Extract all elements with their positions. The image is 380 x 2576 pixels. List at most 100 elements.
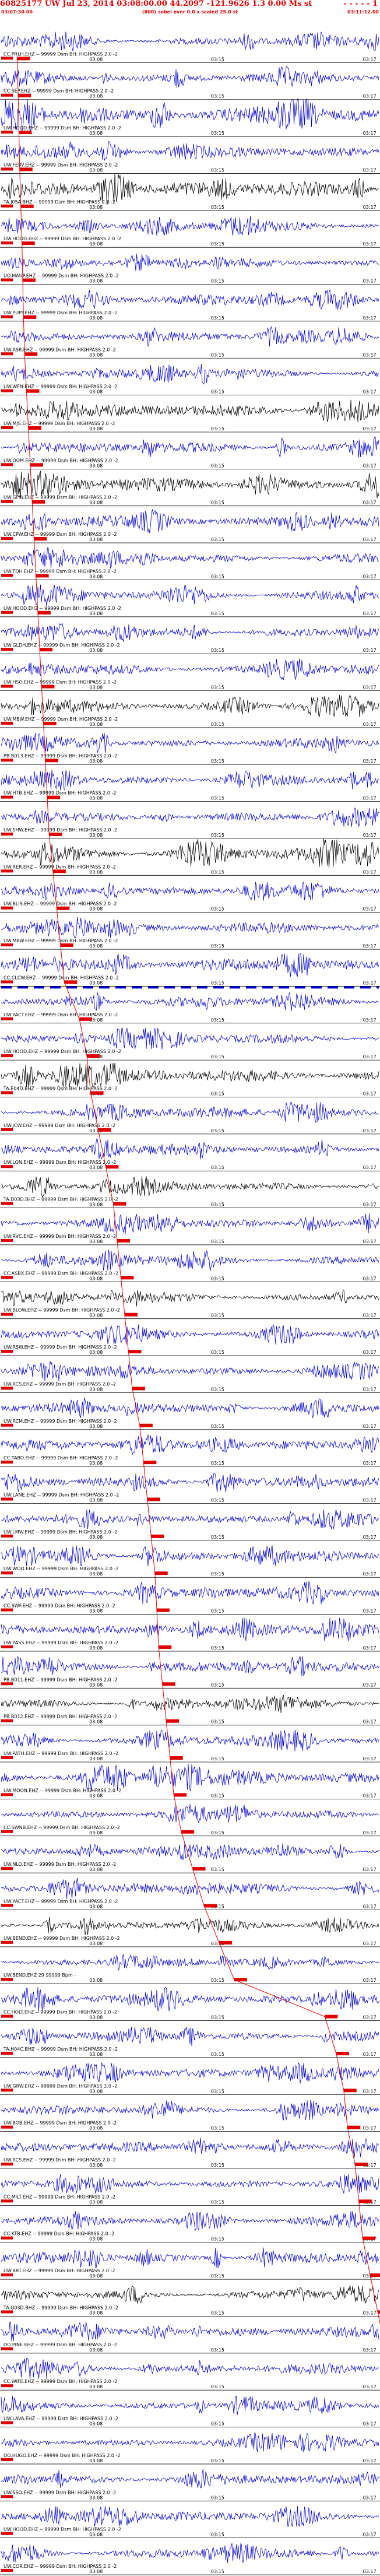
- origin-marker: [1, 2384, 13, 2388]
- time-tick-label: 03:08: [89, 2421, 103, 2427]
- trace-22: UW.RER.EHZ -- 99999 Dsm BH: HIGHPASS 2.0…: [0, 838, 380, 876]
- waveform: [1, 1917, 379, 1935]
- trace-17: UW.HSO.EHZ -- 99999 Dsm BH: HIGHPASS 2.0…: [0, 658, 380, 691]
- origin-marker: [1, 278, 13, 282]
- trace-label: UW.MBW.EHZ -- 99999 Dsm BH: HIGHPASS 2.0…: [3, 717, 118, 722]
- phase-pick-marker: [124, 1312, 138, 1317]
- time-tick-label: 03:17: [363, 131, 377, 136]
- time-tick-label: 03:08: [89, 1645, 103, 1651]
- time-tick-label: 03:15: [211, 2237, 224, 2242]
- phase-pick-marker: [192, 1867, 206, 1871]
- trace-label: UW.HOOD.EHZ -- 99999 Dsm BH: HIGHPASS 2.…: [3, 2527, 121, 2532]
- trace-label: CC.TABO.EHZ -- 99999 Dsm BH: HIGHPASS 2.…: [3, 1455, 118, 1461]
- time-tick-label: 03:17: [363, 2458, 377, 2463]
- time-tick-label: 03:15: [211, 241, 224, 247]
- time-tick-label: 03:15: [211, 131, 224, 136]
- time-tick-label: 03:17: [363, 685, 377, 690]
- origin-marker: [1, 1608, 13, 1612]
- time-tick-label: 03:17: [363, 1387, 377, 1392]
- trace-34: UW.BLOW.EHZ -- 99999 Dsm BH: HIGHPASS 2.…: [0, 1289, 380, 1319]
- time-tick-label: 03:08: [89, 1313, 103, 1318]
- origin-marker: [1, 2236, 13, 2240]
- origin-marker: [1, 1312, 13, 1316]
- waveform: [1, 658, 379, 680]
- phase-pick-marker: [26, 389, 40, 393]
- time-tick-label: 03:15: [211, 1497, 224, 1503]
- time-tick-label: 03:17: [363, 1461, 377, 1466]
- trace-label: CC.WIFE.EHZ -- 99999 Dsm BH: HIGHPASS 2.…: [3, 2379, 117, 2384]
- time-tick-label: 03:17: [363, 57, 377, 62]
- waveform: [1, 584, 379, 606]
- time-tick-label: 03:08: [89, 1978, 103, 1983]
- time-tick-label: 03:15: [211, 648, 224, 653]
- waveform: [1, 1473, 379, 1493]
- time-tick-label: 03:08: [89, 241, 103, 247]
- trace-26: UW.YACT.EHZ -- 99999 Dsm BH: HIGHPASS 2.…: [0, 992, 380, 1024]
- origin-marker: [1, 57, 13, 60]
- trace-55: UW.GRW.EHZ -- 99999 Dsm BH: HIGHPASS 2.0…: [0, 2062, 380, 2095]
- time-tick-label: 03:17: [363, 1719, 377, 1725]
- time-tick-label: 03:08: [89, 1350, 103, 1355]
- trace-label: UO.MAUP.EHZ -- 99999 Dsm BH: HIGHPASS 2.…: [3, 273, 119, 279]
- trace-label: UW.SHW.EHZ -- 99999 Dsm BH: HIGHPASS 2.0…: [3, 827, 117, 833]
- time-tick-label: 03:17: [363, 648, 377, 653]
- origin-marker: [1, 1128, 13, 1131]
- origin-marker: [1, 721, 13, 725]
- origin-marker: [1, 2347, 13, 2350]
- origin-marker: [1, 2051, 13, 2055]
- trace-61: TA.G03D.BHZ -- 99999 Dsm BH: HIGHPASS 2.…: [0, 2285, 380, 2317]
- time-tick-label: 03:08: [89, 279, 103, 284]
- waveform: [1, 770, 379, 791]
- phase-pick-marker: [43, 721, 57, 725]
- phase-pick-marker: [60, 943, 73, 947]
- phase-pick-marker: [37, 610, 51, 615]
- time-tick-label: 03:15: [211, 279, 224, 284]
- trace-23: UW.BLIS.EHZ -- 99999 Dsm BH: HIGHPASS 2.…: [0, 882, 380, 913]
- time-tick-label: 03:08: [89, 426, 103, 431]
- time-tick-label: 03:17: [363, 1867, 377, 1872]
- time-tick-label: 03:15: [211, 1054, 224, 1059]
- time-tick-label: 03:15: [211, 2199, 224, 2205]
- trace-21: UW.SHW.EHZ -- 99999 Dsm BH: HIGHPASS 2.0…: [0, 808, 380, 839]
- origin-marker: [1, 832, 13, 836]
- time-tick-label: 03:08: [89, 2199, 103, 2205]
- origin-marker: [1, 93, 13, 97]
- waveform: [1, 838, 379, 868]
- time-tick-label: 03:17: [363, 315, 377, 321]
- time-tick-label: 03:15: [211, 463, 224, 468]
- time-tick-label: 03:08: [89, 2089, 103, 2094]
- time-tick-label: 03:17: [363, 2532, 377, 2538]
- time-tick-label: 03:17: [363, 2495, 377, 2500]
- trace-18: UW.MBW.EHZ -- 99999 Dsm BH: HIGHPASS 2.0…: [0, 694, 380, 728]
- time-tick-label: 03:15: [211, 574, 224, 579]
- time-tick-label: 03:08: [89, 1202, 103, 1208]
- time-tick-label: 03:08: [89, 1830, 103, 1836]
- trace-label: CC.KTB.EHZ -- 99999 Dsm BH: HIGHPASS 2.0…: [3, 2231, 114, 2237]
- phase-pick-marker: [139, 1423, 153, 1427]
- waveform: [1, 1509, 379, 1529]
- phase-pick-marker: [40, 648, 53, 652]
- trace-label: CC.MILT.EHZ -- 99999 Dsm BH: HIGHPASS 2.…: [3, 2194, 115, 2199]
- phase-pick-marker: [18, 93, 31, 97]
- trace-label: UW.RCS.EHZ -- 99999 Dsm BH: HIGHPASS 2.0…: [3, 2157, 116, 2163]
- trace-label: CC.SWNB.EHZ -- 99999 Dsm BH: HIGHPASS 2.…: [3, 1825, 120, 1830]
- phase-pick-marker: [32, 500, 45, 504]
- waveform: [1, 1953, 379, 1971]
- waveform: [1, 1804, 379, 1824]
- origin-marker: [1, 648, 13, 651]
- time-tick-label: 03:17: [363, 1941, 377, 1946]
- origin-marker: [1, 2310, 13, 2314]
- waveform: [1, 2174, 379, 2194]
- trace-36: UW.RCS.EHZ -- 99999 Dsm BH: HIGHPASS 2.0…: [0, 1361, 380, 1393]
- trace-label: UW.YACT.EHZ -- 99999 Dsm BH: HIGHPASS 2.…: [3, 1898, 118, 1904]
- origin-marker: [1, 2532, 13, 2535]
- time-tick-label: 03:08: [89, 315, 103, 321]
- waveform: [1, 1175, 379, 1198]
- time-tick-label: 03:17: [363, 1128, 377, 1133]
- phase-pick-marker: [19, 167, 33, 171]
- trace-label: UW.JCW.EHZ -- 99999 Dsm BH: HIGHPASS 2.0…: [3, 1123, 115, 1128]
- time-tick-label: 03:15: [211, 2089, 224, 2094]
- trace-50: UW.YACT.EHZ -- 99999 Dsm BH: HIGHPASS 2.…: [0, 1877, 380, 1910]
- origin-marker: [1, 389, 13, 392]
- end-time: 03:11:12.00: [347, 9, 379, 15]
